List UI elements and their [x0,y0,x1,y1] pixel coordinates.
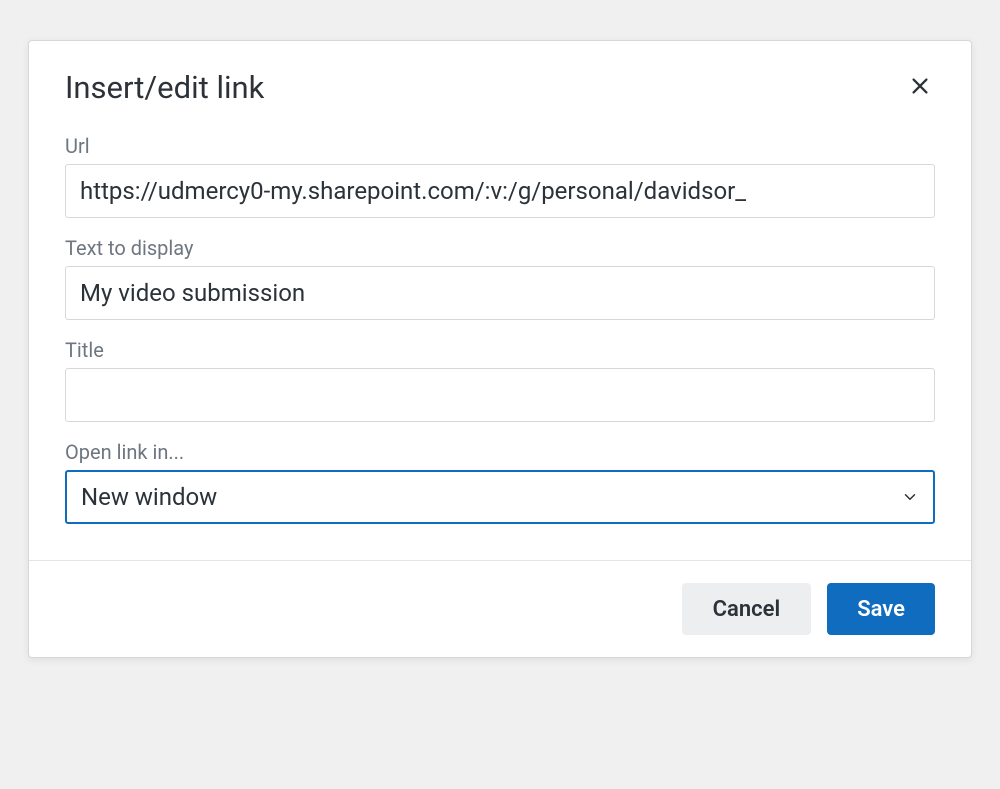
close-button[interactable] [905,71,935,104]
close-icon [909,75,931,100]
insert-edit-link-dialog: Insert/edit link Url Text to display Tit… [28,40,972,658]
dialog-body: Insert/edit link Url Text to display Tit… [29,41,971,560]
url-input[interactable] [65,164,935,218]
text-to-display-label: Text to display [65,236,935,260]
dialog-footer: Cancel Save [29,560,971,657]
title-input[interactable] [65,368,935,422]
url-form-group: Url [65,134,935,218]
dialog-title: Insert/edit link [65,69,264,106]
open-link-in-form-group: Open link in... New window [65,440,935,524]
text-to-display-form-group: Text to display [65,236,935,320]
open-link-in-label: Open link in... [65,440,935,464]
open-link-in-select-wrapper: New window [65,470,935,524]
dialog-header: Insert/edit link [65,69,935,106]
title-label: Title [65,338,935,362]
url-label: Url [65,134,935,158]
text-to-display-input[interactable] [65,266,935,320]
save-button[interactable]: Save [827,583,935,635]
cancel-button[interactable]: Cancel [682,583,812,635]
title-form-group: Title [65,338,935,422]
open-link-in-select[interactable]: New window [65,470,935,524]
